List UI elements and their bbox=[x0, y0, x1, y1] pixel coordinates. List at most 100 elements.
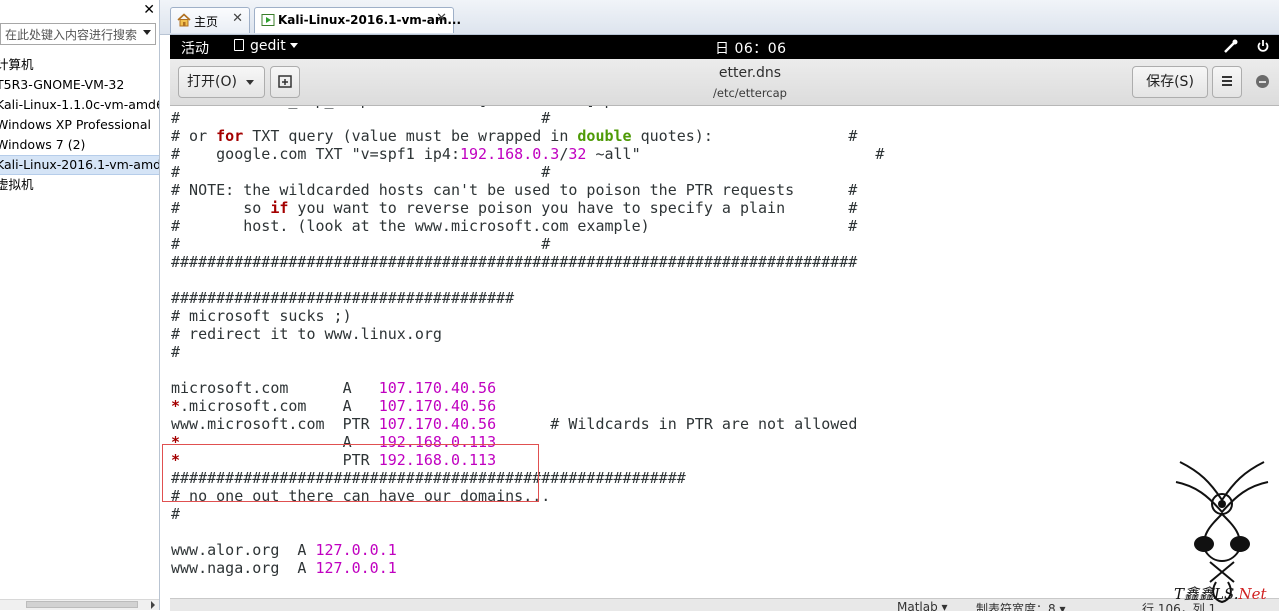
scroll-right-arrow-icon[interactable] bbox=[151, 601, 155, 609]
code-line: www.microsoft.com PTR 107.170.40.56 # Wi… bbox=[171, 415, 857, 433]
code-line: # # bbox=[171, 109, 550, 127]
close-library-icon[interactable]: ✕ bbox=[143, 2, 155, 18]
search-dropdown-arrow-icon[interactable] bbox=[143, 30, 151, 35]
library-item[interactable]: Windows 7 (2) bbox=[0, 135, 159, 155]
code-token: 127.0.0.1 bbox=[315, 559, 397, 577]
minimize-window-icon[interactable] bbox=[1256, 75, 1269, 88]
close-tab-home-icon[interactable]: ✕ bbox=[232, 11, 243, 26]
code-token: 192.168.0.113 bbox=[378, 451, 497, 469]
code-token: # bbox=[171, 343, 181, 361]
code-line: *.microsoft.com A 107.170.40.56 bbox=[171, 397, 496, 415]
vm-power-icon bbox=[261, 14, 275, 26]
code-token: ###################################### bbox=[171, 289, 515, 307]
hamburger-menu-button[interactable] bbox=[1212, 66, 1242, 98]
document-path: /etc/ettercap bbox=[713, 86, 787, 100]
code-line: # microsoft sucks ;) bbox=[171, 307, 352, 325]
code-line: # so if you want to reverse poison you h… bbox=[171, 199, 857, 217]
close-tab-kali-vm-icon[interactable]: ✕ bbox=[436, 11, 447, 26]
code-line: # google.com TXT "v=spf1 ip4:192.168.0.3… bbox=[171, 145, 884, 163]
new-document-icon bbox=[278, 75, 292, 88]
watermark-logo bbox=[1175, 461, 1269, 604]
library-horizontal-scrollbar[interactable] bbox=[0, 599, 159, 610]
code-token: # no one out there can have our domains.… bbox=[171, 487, 551, 505]
library-item[interactable]: T5R3-GNOME-VM-32 bbox=[0, 75, 159, 95]
library-search-input[interactable] bbox=[1, 26, 140, 44]
document-icon bbox=[234, 39, 244, 51]
tab-home[interactable]: 主页 ✕ bbox=[170, 7, 250, 33]
code-line: ###################################### bbox=[171, 289, 514, 307]
text-editor[interactable]: # service._tcp_.udp.domain SRV [2001:db8… bbox=[170, 106, 1279, 610]
code-token: 107.170.40.56 bbox=[378, 397, 497, 415]
library-item[interactable]: Windows XP Professional bbox=[0, 115, 159, 135]
code-token: www.alor.org A bbox=[171, 541, 316, 559]
code-token: # # bbox=[171, 109, 551, 127]
open-dropdown-icon bbox=[246, 80, 254, 85]
code-token: www.naga.org A bbox=[171, 559, 316, 577]
open-button-label: 打开(O) bbox=[187, 74, 237, 90]
code-token: # so bbox=[171, 199, 271, 217]
code-token: 192.168.0.3 bbox=[459, 145, 560, 163]
code-token: www.microsoft.com PTR bbox=[171, 415, 379, 433]
status-bar: Matlab ▾ 制表符宽度：8 ▾ 行 106，列 1 bbox=[170, 598, 1279, 611]
caret-down-icon bbox=[289, 43, 298, 48]
watermark-text-suffix: Net bbox=[1238, 585, 1267, 603]
code-line: # # bbox=[171, 163, 550, 181]
code-token: * bbox=[171, 451, 181, 469]
code-line: ########################################… bbox=[171, 469, 686, 487]
code-token: A bbox=[180, 433, 379, 451]
new-tab-button[interactable] bbox=[270, 66, 300, 98]
library-sidebar: ✕ 计算机T5R3-GNOME-VM-32Kali-Linux-1.1.0c-v… bbox=[0, 0, 160, 610]
scrollbar-thumb[interactable] bbox=[26, 601, 138, 608]
code-line: www.alor.org A 127.0.0.1 bbox=[171, 541, 397, 559]
code-line: * PTR 192.168.0.113 bbox=[171, 451, 496, 469]
code-content[interactable]: # service._tcp_.udp.domain SRV [2001:db8… bbox=[171, 106, 884, 577]
language-selector[interactable]: Matlab ▾ bbox=[897, 600, 948, 611]
code-token: 107.170.40.56 bbox=[378, 415, 497, 433]
tab-width-selector[interactable]: 制表符宽度：8 ▾ bbox=[976, 600, 1065, 611]
library-item[interactable]: Kali-Linux-1.1.0c-vm-amd64 bbox=[0, 95, 159, 115]
code-line: # bbox=[171, 505, 180, 523]
code-token: you want to reverse poison you have to s… bbox=[288, 199, 858, 217]
code-token: # # bbox=[171, 235, 551, 253]
library-item[interactable]: Kali-Linux-2016.1-vm-amd64 bbox=[0, 155, 159, 175]
code-token: quotes): # bbox=[631, 127, 858, 145]
code-token: # Wildcards in PTR are not allowed bbox=[496, 415, 858, 433]
code-token: # host. (look at the www.microsoft.com e… bbox=[171, 217, 858, 235]
code-token: ~all" # bbox=[586, 145, 885, 163]
activities-button[interactable]: 活动 bbox=[181, 38, 209, 58]
code-token: * bbox=[171, 433, 181, 451]
code-token: # or bbox=[171, 127, 217, 145]
system-status-area[interactable] bbox=[1223, 39, 1269, 55]
vm-tab-bar: 主页 ✕ Kali-Linux-2016.1-vm-am... ✕ bbox=[160, 0, 1279, 35]
open-button[interactable]: 打开(O) bbox=[178, 66, 265, 98]
code-token: ########################################… bbox=[171, 253, 858, 271]
watermark-text: T鑫鑫LS.Net bbox=[1174, 583, 1267, 604]
gnome-top-bar: 活动 gedit 日 06：06 bbox=[170, 35, 1279, 59]
code-token: 107.170.40.56 bbox=[378, 379, 497, 397]
code-line: * A 192.168.0.113 bbox=[171, 433, 496, 451]
code-token: double bbox=[577, 127, 632, 145]
code-line: # NOTE: the wildcarded hosts can't be us… bbox=[171, 181, 857, 199]
code-token: # google.com TXT "v=spf1 ip4: bbox=[171, 145, 460, 163]
library-item[interactable]: 计算机 bbox=[0, 55, 159, 75]
tab-kali-vm-label: Kali-Linux-2016.1-vm-am... bbox=[278, 13, 462, 27]
tab-home-label: 主页 bbox=[194, 15, 219, 29]
library-item[interactable]: 虚拟机 bbox=[0, 175, 159, 195]
document-title: etter.dns bbox=[718, 65, 782, 81]
code-token: # microsoft sucks ;) bbox=[171, 307, 352, 325]
app-menu-label: gedit bbox=[250, 38, 286, 54]
watermark-text-main: T鑫鑫LS. bbox=[1174, 585, 1239, 603]
library-search-box[interactable] bbox=[0, 23, 156, 45]
tab-kali-vm[interactable]: Kali-Linux-2016.1-vm-am... ✕ bbox=[254, 7, 461, 33]
save-button[interactable]: 保存(S) bbox=[1132, 66, 1208, 98]
code-line: # no one out there can have our domains.… bbox=[171, 487, 550, 505]
code-line: microsoft.com A 107.170.40.56 bbox=[171, 379, 496, 397]
gedit-app-menu[interactable]: gedit bbox=[234, 38, 298, 54]
hamburger-icon bbox=[1222, 76, 1232, 86]
code-token: # NOTE: the wildcarded hosts can't be us… bbox=[171, 181, 858, 199]
power-icon bbox=[1257, 40, 1269, 52]
tools-icon bbox=[1223, 39, 1238, 53]
clock[interactable]: 日 06：06 bbox=[715, 38, 787, 58]
code-token: ########################################… bbox=[171, 469, 686, 487]
code-token: 32 bbox=[568, 145, 587, 163]
